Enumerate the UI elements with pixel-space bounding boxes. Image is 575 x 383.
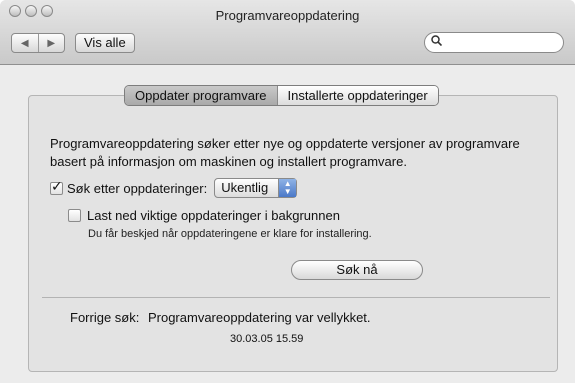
arrow-right-icon: ▶ bbox=[47, 37, 56, 49]
last-search-status: Programvareoppdatering var vellykket. bbox=[147, 310, 371, 325]
search-field[interactable] bbox=[424, 32, 564, 53]
frequency-value: Ukentlig bbox=[221, 180, 269, 195]
updown-arrows-icon: ▲ ▼ bbox=[278, 179, 297, 197]
download-background-checkbox[interactable] bbox=[68, 209, 81, 222]
search-now-button[interactable]: Søk nå bbox=[291, 260, 423, 280]
toolbar: Programvareoppdatering ◀ ▶ Vis alle bbox=[0, 0, 575, 65]
search-input[interactable] bbox=[445, 35, 559, 51]
divider bbox=[42, 297, 550, 298]
tab-update-software[interactable]: Oppdater programvare bbox=[125, 86, 277, 105]
check-updates-label: Søk etter oppdateringer: bbox=[67, 180, 208, 196]
check-updates-checkbox[interactable] bbox=[50, 178, 63, 195]
download-background-row: Last ned viktige oppdateringer i bakgrun… bbox=[68, 208, 340, 223]
window-title: Programvareoppdatering bbox=[215, 8, 360, 23]
last-search-prefix: Forrige søk: bbox=[70, 310, 140, 325]
download-note: Du får beskjed når oppdateringene er kla… bbox=[88, 228, 372, 240]
preferences-window: Programvareoppdatering ◀ ▶ Vis alle Oppd… bbox=[0, 0, 575, 383]
tab-bar: Oppdater programvare Installerte oppdate… bbox=[124, 85, 439, 106]
frequency-popup[interactable]: Ukentlig ▲ ▼ bbox=[214, 178, 298, 198]
back-button[interactable]: ◀ bbox=[12, 34, 38, 52]
forward-button[interactable]: ▶ bbox=[37, 34, 65, 52]
last-search: Forrige søk: Programvareoppdatering var … bbox=[70, 310, 371, 325]
download-background-label: Last ned viktige oppdateringer i bakgrun… bbox=[87, 208, 340, 223]
nav-buttons: ◀ ▶ bbox=[11, 33, 65, 53]
magnifier-icon bbox=[431, 35, 443, 49]
last-search-date: 30.03.05 15.59 bbox=[230, 333, 304, 345]
show-all-button[interactable]: Vis alle bbox=[75, 33, 135, 53]
arrow-left-icon: ◀ bbox=[20, 37, 29, 49]
description-text: Programvareoppdatering søker etter nye o… bbox=[50, 136, 520, 169]
check-updates-row: Søk etter oppdateringer: Ukentlig ▲▼ bbox=[50, 178, 298, 198]
tab-installed-updates[interactable]: Installerte oppdateringer bbox=[276, 86, 438, 105]
